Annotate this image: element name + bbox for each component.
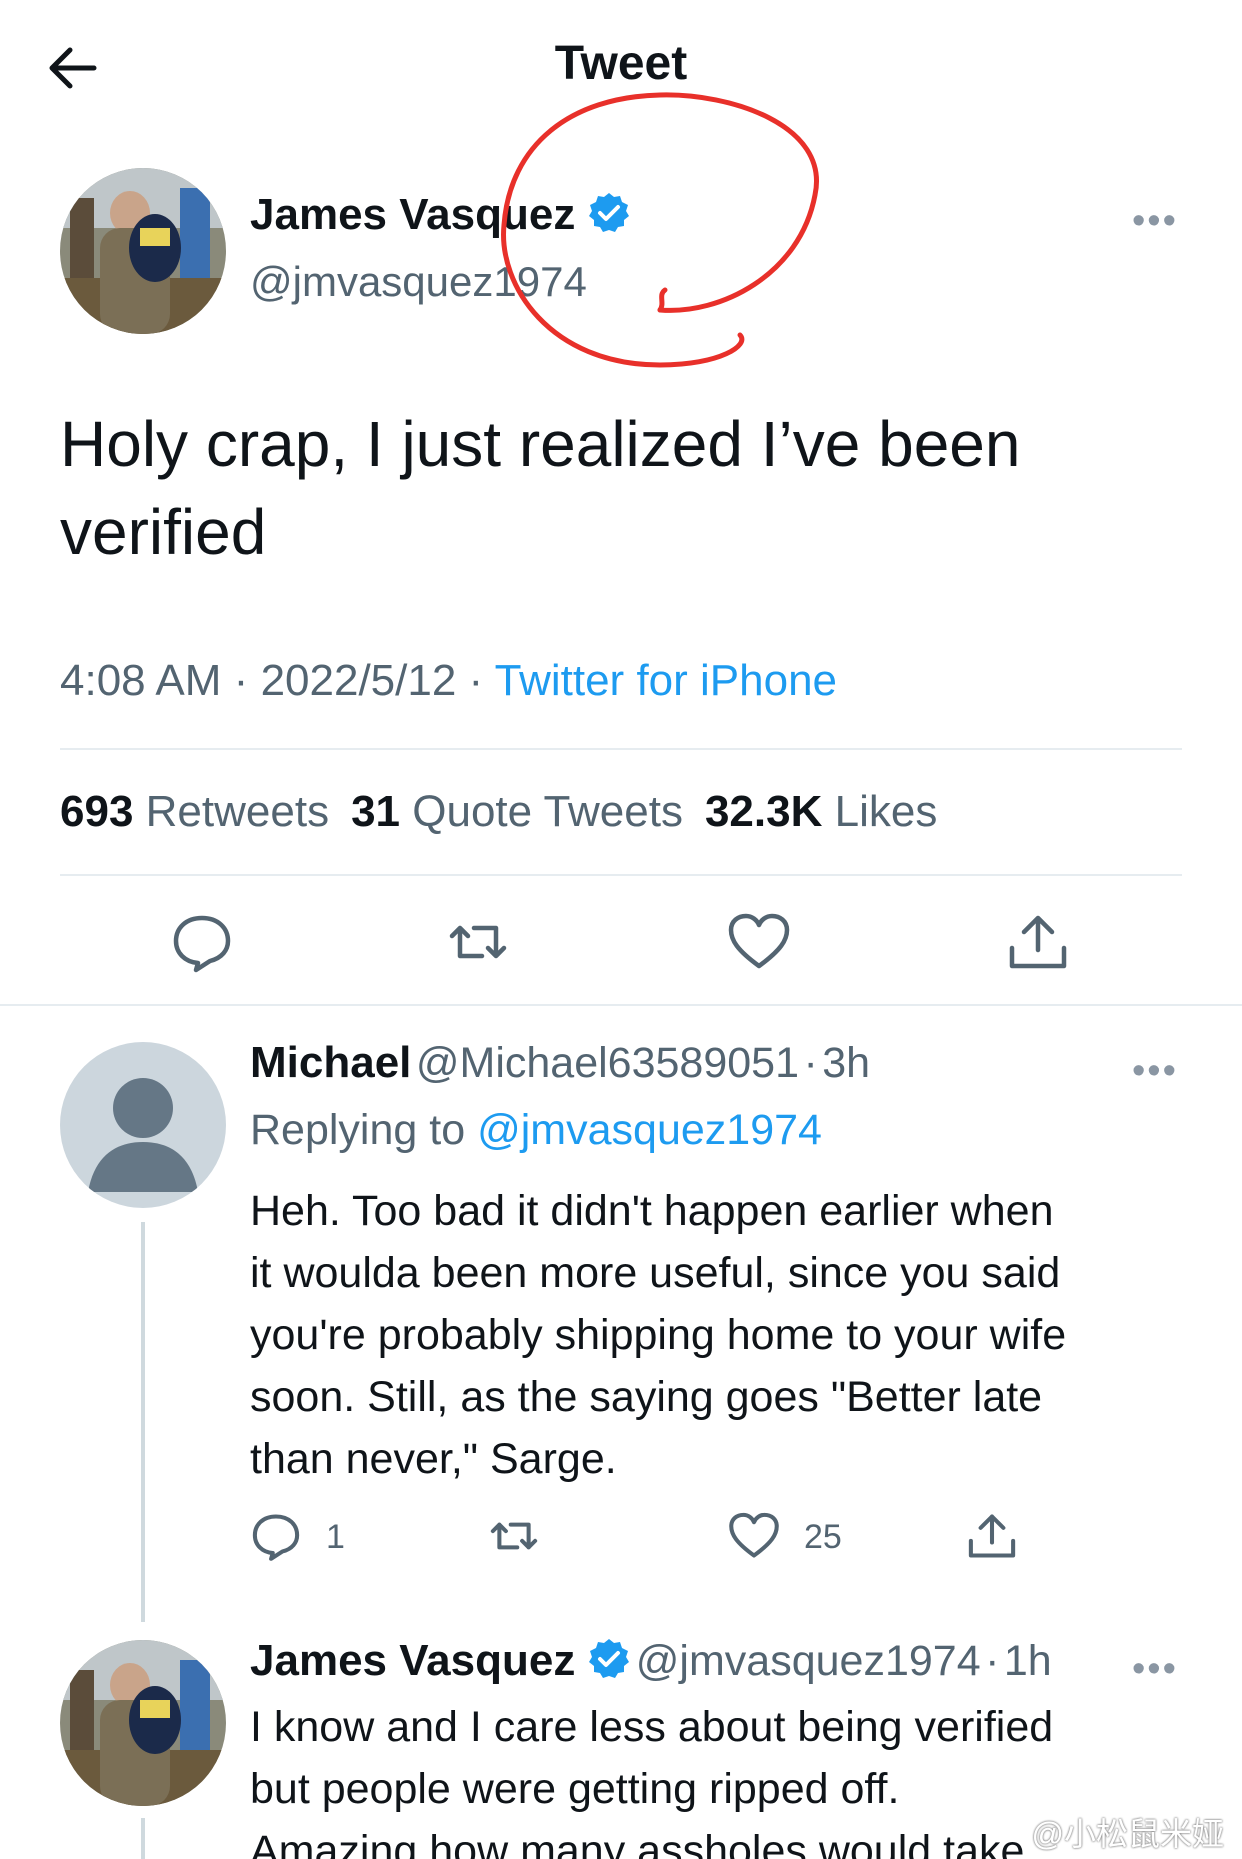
replying-to-handle-link[interactable]: @jmvasquez1974 [477,1106,822,1154]
reply-icon[interactable] [170,910,234,974]
verified-badge-icon [589,1639,630,1678]
thread-line [141,1818,145,1859]
divider [60,748,1182,750]
reply-time: 1h [1003,1637,1052,1685]
reply-icon[interactable] [250,1510,302,1562]
retweet-icon[interactable] [488,1510,540,1562]
thread-line [141,1222,145,1622]
share-icon[interactable] [1006,910,1070,974]
tweet-time: 4:08 AM [60,656,222,705]
quote-tweets-stat[interactable]: 31 Quote Tweets [351,787,683,836]
watermark: @小松鼠米娅 [1031,1816,1225,1852]
tweet-text: Holy crap, I just realized I’ve been ver… [60,408,1021,568]
reply-time: 3h [822,1039,871,1087]
divider [60,874,1182,876]
section-divider [0,1004,1242,1006]
reply-count: 1 [326,1518,345,1556]
like-heart-icon[interactable] [727,910,791,974]
author-avatar[interactable] [60,1640,226,1806]
page-title: Tweet [554,37,688,90]
retweet-icon[interactable] [446,910,510,974]
author-avatar[interactable] [60,168,226,334]
tweet-stats: 693 Retweets 31 Quote Tweets 32.3K Likes [60,787,937,837]
reply-author-handle[interactable]: @jmvasquez1974 [636,1637,981,1685]
reply-text: I know and I care less about being verif… [250,1703,1054,1859]
tweet-source-link[interactable]: Twitter for iPhone [495,656,837,705]
tweet-date: 2022/5/12 [260,656,457,705]
reply-author-name[interactable]: James Vasquez [250,1636,575,1685]
like-count: 25 [804,1518,842,1556]
more-options-icon[interactable]: ••• [1132,200,1178,243]
tweet-meta: 4:08 AM · 2022/5/12 · Twitter for iPhone [60,656,838,705]
reply-author-name[interactable]: Michael [250,1038,411,1087]
default-avatar[interactable] [60,1042,226,1208]
likes-stat[interactable]: 32.3K Likes [705,787,937,836]
more-options-icon[interactable]: ••• [1132,1648,1178,1691]
retweets-stat[interactable]: 693 Retweets [60,787,329,836]
more-options-icon[interactable]: ••• [1132,1050,1178,1093]
like-heart-icon[interactable] [728,1510,780,1562]
reply-text: Heh. Too bad it didn't happen earlier wh… [250,1187,1067,1483]
replying-to: Replying to @jmvasquez1974 [250,1106,822,1154]
reply-author-handle[interactable]: @Michael63589051 [416,1039,799,1087]
share-icon[interactable] [966,1510,1018,1562]
red-circle-annotation [501,92,819,368]
